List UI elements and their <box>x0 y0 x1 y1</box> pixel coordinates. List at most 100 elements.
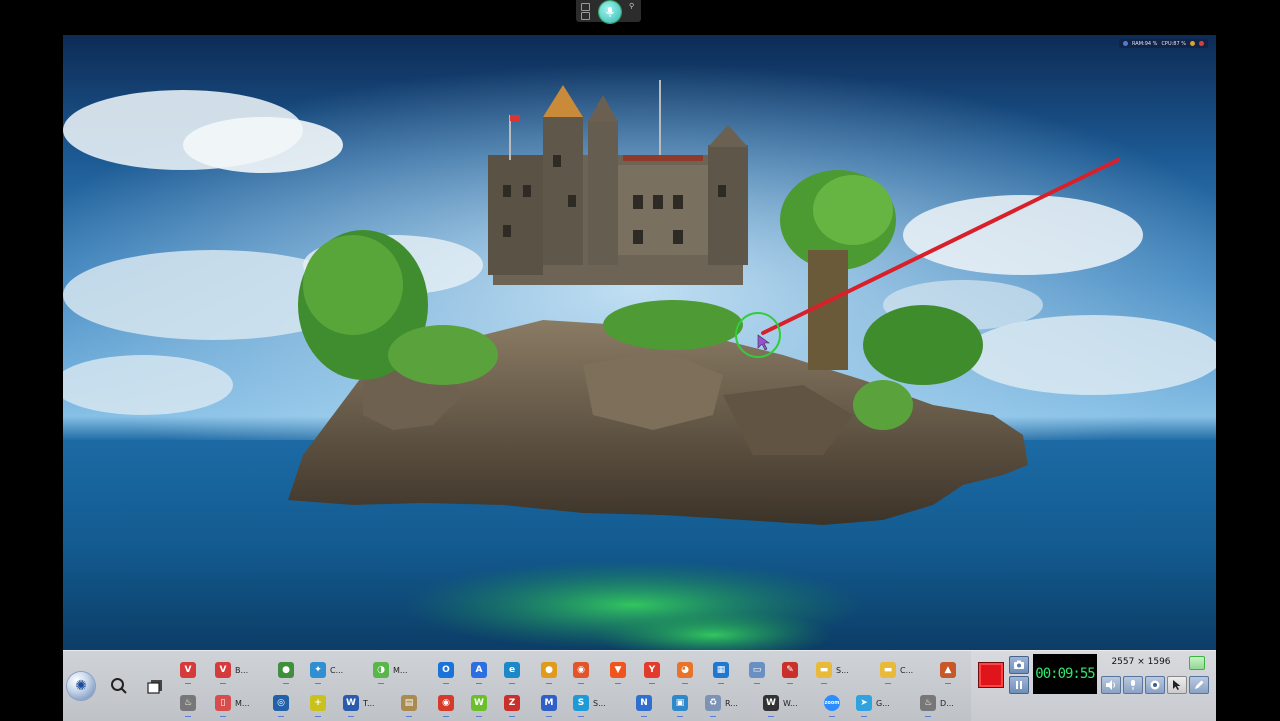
taskbar-item-whatsapp[interactable]: W <box>471 690 487 717</box>
running-indicator <box>220 683 226 684</box>
taskbar-item-monitor[interactable]: ▭ <box>749 657 765 684</box>
running-indicator <box>509 716 515 717</box>
draw-button[interactable] <box>1189 676 1209 694</box>
taskbar-item-label: S... <box>836 665 849 675</box>
taskbar-item-print[interactable]: ▣ <box>672 690 688 717</box>
running-indicator <box>443 683 449 684</box>
taskbar-item-label: M... <box>393 665 408 675</box>
taskbar-item-zoom[interactable]: zoom <box>824 690 840 717</box>
mini-zoom-icon[interactable]: ⚲ <box>629 2 634 10</box>
running-indicator <box>718 683 724 684</box>
running-indicator <box>185 716 191 717</box>
taskbar-item-folder[interactable]: ▬ S... <box>816 657 849 684</box>
cursor-button[interactable] <box>1167 676 1187 694</box>
taskbar-item-outlook[interactable]: O <box>438 657 454 684</box>
recorder-mini-toolbar: ⚲ <box>576 0 641 23</box>
screen-recorder-panel: 00:09:55 2557 × 1596 <box>971 650 1216 721</box>
taskbar-item-yandex[interactable]: Y <box>644 657 660 684</box>
mini-grid-button[interactable] <box>581 12 590 20</box>
taskbar-item-windows-store[interactable]: ▦ <box>713 657 729 684</box>
filezilla-icon: Z <box>504 695 520 711</box>
taskbar-item-plus-app[interactable]: + <box>310 690 326 717</box>
taskbar-item-chrome-canary[interactable]: ● <box>541 657 557 684</box>
webcam-button[interactable] <box>1145 676 1165 694</box>
running-indicator <box>546 716 552 717</box>
taskbar-item-wordpress[interactable]: W W... <box>763 690 798 717</box>
webcam-icon <box>1150 680 1160 690</box>
running-indicator <box>768 716 774 717</box>
taskbar-item-cortana[interactable]: ◎ <box>273 690 289 717</box>
search-button[interactable] <box>109 676 129 696</box>
taskbar-item-vivaldi-2[interactable]: V B... <box>215 657 248 684</box>
taskbar-item-label: C... <box>330 665 344 675</box>
taskbar-item-app-store[interactable]: A <box>471 657 487 684</box>
running-indicator <box>220 716 226 717</box>
print-icon: ▣ <box>672 695 688 711</box>
taskbar-item-archive[interactable]: ▤ <box>401 690 417 717</box>
taskbar-item-device[interactable]: ▯ M... <box>215 690 250 717</box>
task-view-button[interactable] <box>145 676 165 696</box>
running-indicator <box>641 716 647 717</box>
taskbar-item-recycle[interactable]: ♻ R... <box>705 690 738 717</box>
capture-area-button[interactable] <box>1189 656 1205 670</box>
taskbar-item-firefox[interactable]: ◕ <box>677 657 693 684</box>
taskbar-item-edge[interactable]: e <box>504 657 520 684</box>
running-indicator <box>476 683 482 684</box>
monitor-settings-icon[interactable] <box>1190 41 1195 46</box>
running-indicator <box>710 716 716 717</box>
taskbar-item-app-c[interactable]: ✦ C... <box>310 657 344 684</box>
taskbar-item-record[interactable]: ◉ <box>438 690 454 717</box>
start-button[interactable]: ✺ <box>67 672 95 700</box>
taskbar-item-app-m[interactable]: ◑ M... <box>373 657 408 684</box>
screenshot-button[interactable] <box>1009 656 1029 674</box>
image-viewer-icon: ▲ <box>940 662 956 678</box>
flame-icon-2: ♨ <box>920 695 936 711</box>
taskbar-item-label: S... <box>593 698 606 708</box>
taskbar-item-filezilla[interactable]: Z <box>504 690 520 717</box>
microphone-toggle-button[interactable] <box>1123 676 1143 694</box>
taskbar-item-pdf-editor[interactable]: ✎ <box>782 657 798 684</box>
taskbar-item-label: W... <box>783 698 798 708</box>
running-indicator <box>348 716 354 717</box>
taskbar-item-skype[interactable]: S S... <box>573 690 606 717</box>
running-indicator <box>443 716 449 717</box>
taskbar-item-folder-2[interactable]: ▬ C... <box>880 657 913 684</box>
mini-expand-button[interactable] <box>581 3 590 11</box>
desktop: RAM:94 % CPU:87 % <box>63 35 1216 650</box>
taskbar-item-brave[interactable]: ▼ <box>610 657 626 684</box>
taskbar-item-vivaldi[interactable]: V <box>180 657 196 684</box>
running-indicator <box>754 683 760 684</box>
flame-icon: ♨ <box>180 695 196 711</box>
microphone-button[interactable] <box>599 1 621 23</box>
taskbar-item-image-viewer[interactable]: ▲ <box>940 657 956 684</box>
running-indicator <box>615 683 621 684</box>
taskbar-item-flame[interactable]: ♨ <box>180 690 196 717</box>
running-indicator <box>682 683 688 684</box>
taskbar-item-firefox-dev[interactable]: ◉ <box>573 657 589 684</box>
monitor-close-icon[interactable] <box>1199 41 1204 46</box>
running-indicator <box>185 683 191 684</box>
speaker-icon <box>1106 680 1115 690</box>
taskbar-item-telegram[interactable]: ➤ G... <box>856 690 890 717</box>
monitor-icon: ▭ <box>749 662 765 678</box>
stop-recording-button[interactable] <box>978 662 1004 688</box>
word-icon: W <box>343 695 359 711</box>
pencil-icon <box>1195 680 1204 689</box>
telegram-icon: ➤ <box>856 695 872 711</box>
taskbar-item-maxthon[interactable]: M <box>541 690 557 717</box>
taskbar-item-chrome[interactable]: ● <box>278 657 294 684</box>
running-indicator <box>945 683 951 684</box>
cursor-icon <box>1173 680 1181 690</box>
taskbar-item-flame-2[interactable]: ♨ D... <box>920 690 954 717</box>
whatsapp-icon: W <box>471 695 487 711</box>
running-indicator <box>925 716 931 717</box>
vivaldi-icon-2: V <box>215 662 231 678</box>
taskbar-item-label: R... <box>725 698 738 708</box>
taskbar-item-notes[interactable]: N <box>636 690 652 717</box>
microphone-icon <box>606 7 614 17</box>
speaker-button[interactable] <box>1101 676 1121 694</box>
taskbar-item-word[interactable]: W T... <box>343 690 375 717</box>
pause-button[interactable] <box>1009 676 1029 694</box>
folder-icon: ▬ <box>816 662 832 678</box>
chrome-canary-icon: ● <box>541 662 557 678</box>
